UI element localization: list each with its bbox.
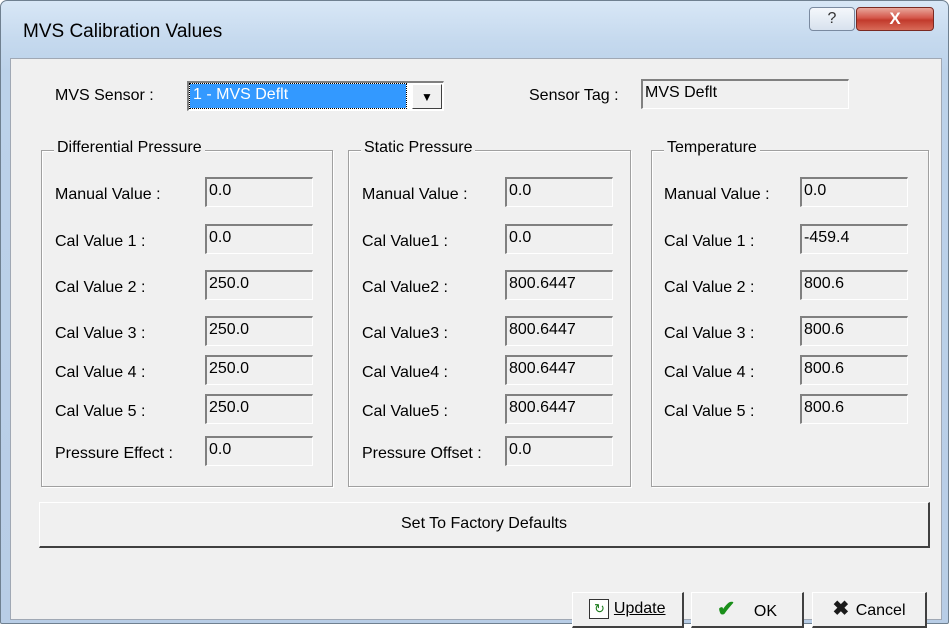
dialog-client-area: MVS Sensor : 1 - MVS Deflt ▼ Sensor Tag … <box>10 58 942 628</box>
x-icon: ✖ <box>832 598 850 620</box>
temp-row-value[interactable]: 0.0 <box>800 177 908 207</box>
temp-row-value[interactable]: 800.6 <box>800 355 908 385</box>
sp-row-value[interactable]: 0.0 <box>505 177 613 207</box>
sp-row-value[interactable]: 0.0 <box>505 436 613 466</box>
sp-row-label: Pressure Offset : <box>362 445 482 462</box>
mvs-sensor-selected: 1 - MVS Deflt <box>189 83 407 109</box>
mvs-sensor-dropdown[interactable]: 1 - MVS Deflt ▼ <box>187 81 444 111</box>
dp-row-value[interactable]: 250.0 <box>205 270 313 300</box>
sp-row-label: Cal Value1 : <box>362 233 448 250</box>
temp-row-label: Cal Value 1 : <box>664 233 755 250</box>
group-title: Differential Pressure <box>54 139 205 157</box>
close-button[interactable]: X <box>856 7 934 31</box>
sp-row-label: Cal Value5 : <box>362 403 448 420</box>
ok-button-label: OK <box>753 603 777 620</box>
dp-row-value[interactable]: 250.0 <box>205 316 313 346</box>
cancel-button-label: Cancel <box>855 602 906 619</box>
sp-row-label: Cal Value4 : <box>362 364 448 381</box>
sp-row-label: Cal Value3 : <box>362 325 448 342</box>
sp-row-label: Cal Value2 : <box>362 279 448 296</box>
temp-row-label: Cal Value 3 : <box>664 325 755 342</box>
sensor-tag-label: Sensor Tag : <box>529 87 619 104</box>
title-bar[interactable]: MVS Calibration Values ? X <box>1 1 948 59</box>
dp-row-label: Cal Value 2 : <box>55 279 146 296</box>
dp-row-label: Cal Value 5 : <box>55 403 146 420</box>
temp-row-value[interactable]: 800.6 <box>800 270 908 300</box>
dp-row-label: Manual Value : <box>55 186 161 203</box>
dp-row-value[interactable]: 0.0 <box>205 224 313 254</box>
dp-row-label: Pressure Effect : <box>55 445 173 462</box>
dp-row-value[interactable]: 250.0 <box>205 355 313 385</box>
dp-row-label: Cal Value 4 : <box>55 364 146 381</box>
cancel-button[interactable]: ✖ Cancel <box>812 592 927 628</box>
dp-row-label: Cal Value 1 : <box>55 233 146 250</box>
temp-row-value[interactable]: -459.4 <box>800 224 908 254</box>
mvs-sensor-label: MVS Sensor : <box>55 87 154 104</box>
dropdown-arrow-icon[interactable]: ▼ <box>412 84 442 109</box>
temp-row-label: Cal Value 2 : <box>664 279 755 296</box>
temp-row-label: Cal Value 5 : <box>664 403 755 420</box>
checkmark-icon: ✔ <box>716 596 736 621</box>
help-button[interactable]: ? <box>809 7 855 31</box>
ok-button[interactable]: ✔ OK <box>691 592 804 628</box>
set-factory-defaults-button[interactable]: Set To Factory Defaults <box>39 502 930 548</box>
temp-row-label: Manual Value : <box>664 186 770 203</box>
dp-row-value[interactable]: 250.0 <box>205 394 313 424</box>
dp-row-label: Cal Value 3 : <box>55 325 146 342</box>
sp-row-value[interactable]: 800.6447 <box>505 270 613 300</box>
sp-row-label: Manual Value : <box>362 186 468 203</box>
update-button[interactable]: ↻ Update <box>572 592 684 628</box>
window-title: MVS Calibration Values <box>23 21 223 42</box>
sensor-tag-field[interactable]: MVS Deflt <box>641 79 849 109</box>
sp-row-value[interactable]: 800.6447 <box>505 394 613 424</box>
temp-row-label: Cal Value 4 : <box>664 364 755 381</box>
sp-row-value[interactable]: 0.0 <box>505 224 613 254</box>
dialog-window: MVS Calibration Values ? X MVS Sensor : … <box>0 0 949 628</box>
group-title: Static Pressure <box>361 139 476 157</box>
temp-row-value[interactable]: 800.6 <box>800 394 908 424</box>
dp-row-value[interactable]: 0.0 <box>205 177 313 207</box>
group-title: Temperature <box>664 139 760 157</box>
sp-row-value[interactable]: 800.6447 <box>505 316 613 346</box>
temp-row-value[interactable]: 800.6 <box>800 316 908 346</box>
dp-row-value[interactable]: 0.0 <box>205 436 313 466</box>
sp-row-value[interactable]: 800.6447 <box>505 355 613 385</box>
refresh-icon: ↻ <box>589 599 610 619</box>
update-button-label: Update <box>613 600 666 617</box>
